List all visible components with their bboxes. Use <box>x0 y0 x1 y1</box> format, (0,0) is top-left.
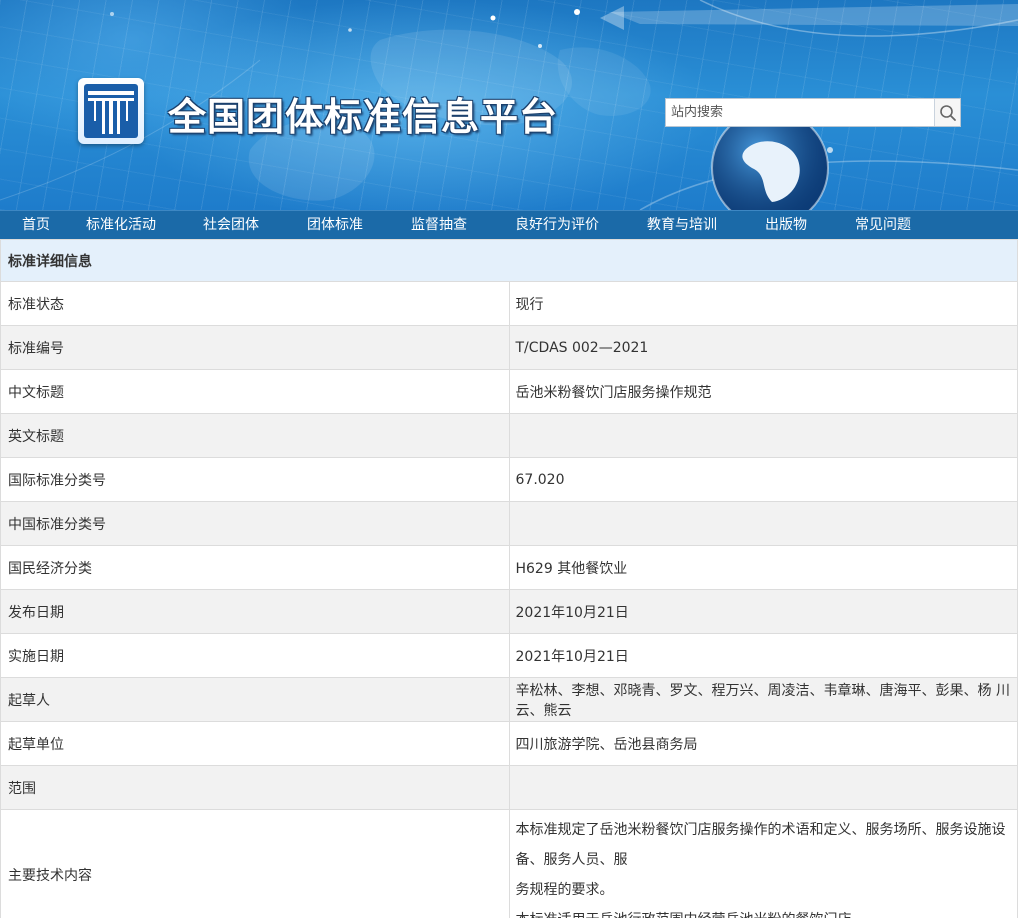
field-value: 辛松林、李想、邓晓青、罗文、程万兴、周凌洁、韦章琳、唐海平、彭果、杨 川云、熊云 <box>508 677 1018 722</box>
field-label: 标准编号 <box>0 325 510 370</box>
field-value: 本标准规定了岳池米粉餐饮门店服务操作的术语和定义、服务场所、服务设施设备、服务人… <box>508 809 1018 918</box>
field-label: 英文标题 <box>0 413 510 458</box>
table-header-row: 标准详细信息 <box>0 239 1018 282</box>
nav-item-group-standards[interactable]: 团体标准 <box>307 211 363 240</box>
row-main-content: 主要技术内容 本标准规定了岳池米粉餐饮门店服务操作的术语和定义、服务场所、服务设… <box>0 809 1018 918</box>
search-icon <box>939 104 956 121</box>
field-value <box>508 765 1018 810</box>
field-label: 主要技术内容 <box>0 809 510 918</box>
field-value: 四川旅游学院、岳池县商务局 <box>508 721 1018 766</box>
row-implementation-date: 实施日期 2021年10月21日 <box>0 633 1018 678</box>
content-line: 务规程的要求。 <box>515 882 614 898</box>
field-label: 实施日期 <box>0 633 510 678</box>
row-english-title: 英文标题 <box>0 413 1018 458</box>
nav-item-education-training[interactable]: 教育与培训 <box>647 211 717 240</box>
field-value: 现行 <box>508 281 1018 326</box>
row-standard-number: 标准编号 T/CDAS 002—2021 <box>0 325 1018 370</box>
nav-item-good-behavior-evaluation[interactable]: 良好行为评价 <box>515 211 599 240</box>
site-logo[interactable] <box>78 78 144 144</box>
field-value: 2021年10月21日 <box>508 633 1018 678</box>
nav-item-publications[interactable]: 出版物 <box>765 211 807 240</box>
nav-item-home[interactable]: 首页 <box>22 211 50 240</box>
row-ccs: 中国标准分类号 <box>0 501 1018 546</box>
field-label: 起草单位 <box>0 721 510 766</box>
field-label: 中文标题 <box>0 369 510 414</box>
field-value: H629 其他餐饮业 <box>508 545 1018 590</box>
detail-heading: 标准详细信息 <box>0 239 1018 282</box>
field-label: 标准状态 <box>0 281 510 326</box>
field-value: 岳池米粉餐饮门店服务操作规范 <box>508 369 1018 414</box>
row-drafting-units: 起草单位 四川旅游学院、岳池县商务局 <box>0 721 1018 766</box>
row-chinese-title: 中文标题 岳池米粉餐饮门店服务操作规范 <box>0 369 1018 414</box>
nav-item-faq[interactable]: 常见问题 <box>855 211 911 240</box>
search-box <box>665 98 961 127</box>
field-value <box>508 413 1018 458</box>
search-button[interactable] <box>934 99 960 126</box>
content-line: 本标准规定了岳池米粉餐饮门店服务操作的术语和定义、服务场所、服务设施设备、服务人… <box>515 822 1006 868</box>
search-input[interactable] <box>666 99 934 126</box>
site-title: 全国团体标准信息平台 <box>168 95 559 139</box>
row-publish-date: 发布日期 2021年10月21日 <box>0 589 1018 634</box>
nav-item-social-groups[interactable]: 社会团体 <box>203 211 259 240</box>
field-value: T/CDAS 002—2021 <box>508 325 1018 370</box>
field-value: 2021年10月21日 <box>508 589 1018 634</box>
field-value <box>508 501 1018 546</box>
standards-logo-icon <box>84 84 138 138</box>
field-label: 范围 <box>0 765 510 810</box>
row-status: 标准状态 现行 <box>0 281 1018 326</box>
site-banner: 全国团体标准信息平台 <box>0 0 1018 210</box>
content-line: 本标准适用于岳池行政范围内经营岳池米粉的餐饮门店。 <box>516 905 1011 918</box>
row-scope: 范围 <box>0 765 1018 810</box>
main-nav: 首页 标准化活动 社会团体 团体标准 监督抽查 良好行为评价 教育与培训 出版物… <box>0 210 1018 239</box>
field-label: 中国标准分类号 <box>0 501 510 546</box>
field-label: 国际标准分类号 <box>0 457 510 502</box>
field-label: 发布日期 <box>0 589 510 634</box>
row-economic-classification: 国民经济分类 H629 其他餐饮业 <box>0 545 1018 590</box>
nav-item-standardization-activities[interactable]: 标准化活动 <box>86 211 156 240</box>
standard-detail-table: 标准详细信息 标准状态 现行 标准编号 T/CDAS 002—2021 中文标题… <box>0 239 1018 918</box>
row-ics: 国际标准分类号 67.020 <box>0 457 1018 502</box>
field-label: 国民经济分类 <box>0 545 510 590</box>
field-value: 67.020 <box>508 457 1018 502</box>
nav-item-supervision-check[interactable]: 监督抽查 <box>411 211 467 240</box>
row-drafters: 起草人 辛松林、李想、邓晓青、罗文、程万兴、周凌洁、韦章琳、唐海平、彭果、杨 川… <box>0 677 1018 722</box>
field-label: 起草人 <box>0 677 510 722</box>
